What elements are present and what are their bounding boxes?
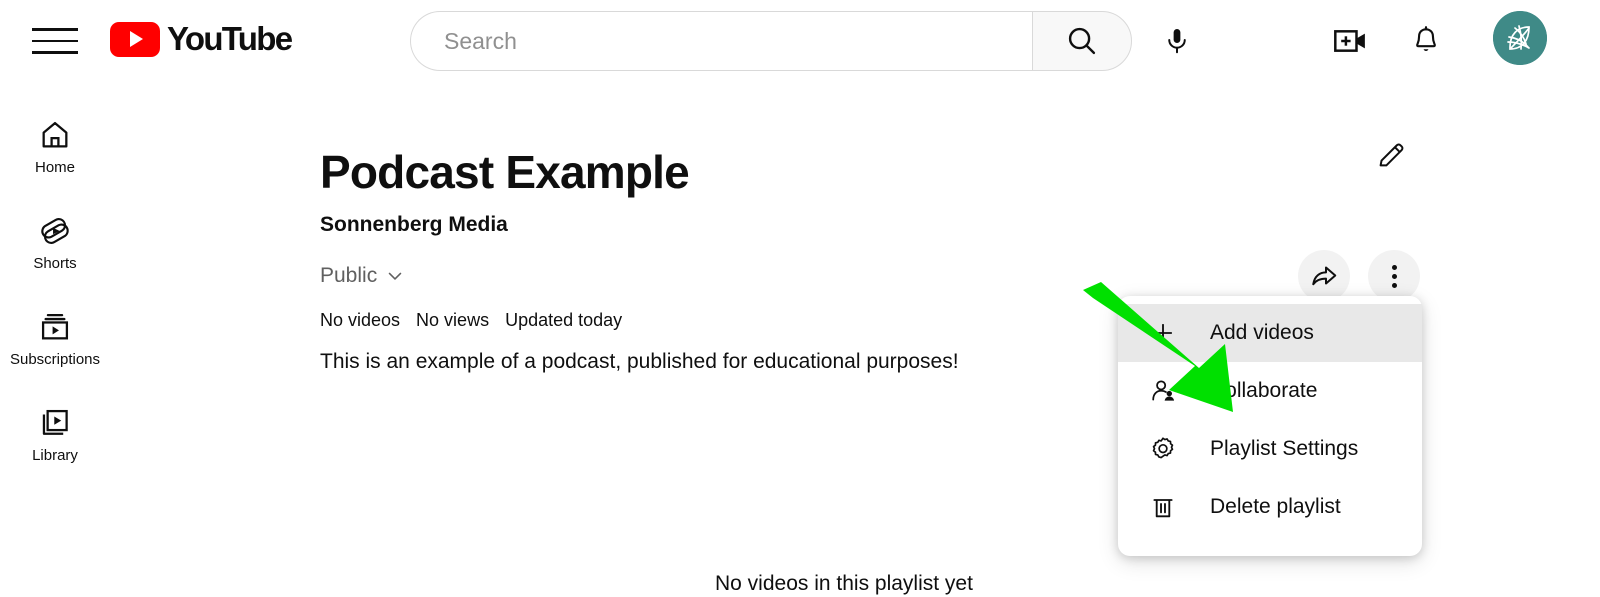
youtube-logo[interactable]: YouTube xyxy=(110,20,293,58)
hamburger-line xyxy=(32,28,78,31)
playlist-options-menu: Add videos Collaborate Playlist Settings… xyxy=(1118,296,1422,556)
microphone-icon xyxy=(1168,29,1186,54)
dot xyxy=(1391,282,1397,288)
menu-item-label: Add videos xyxy=(1210,321,1314,344)
sidebar-item-label: Library xyxy=(32,446,78,464)
hamburger-menu-icon[interactable] xyxy=(32,22,78,60)
notifications-bell-icon xyxy=(1416,26,1436,51)
library-icon xyxy=(42,409,68,435)
create-video-button[interactable] xyxy=(1322,12,1380,70)
avatar-leaf-globe-icon xyxy=(1493,11,1547,65)
sidebar-item-label: Home xyxy=(34,158,75,176)
share-arrow-icon xyxy=(1312,266,1337,286)
empty-playlist-message: No videos in this playlist yet xyxy=(715,572,973,595)
hamburger-line xyxy=(32,51,78,54)
youtube-playlist-page: YouTube Search Home Shorts Subscriptions… xyxy=(0,0,1600,597)
search-submit-button[interactable] xyxy=(1032,11,1132,71)
sidebar-item-label: Subscriptions xyxy=(9,350,101,368)
channel-name[interactable]: Sonnenberg Media xyxy=(320,213,508,237)
shorts-icon xyxy=(41,217,69,244)
menu-item-playlist-settings[interactable]: Playlist Settings xyxy=(1118,420,1422,478)
stat-view-count: No views xyxy=(416,310,490,330)
stat-video-count: No videos xyxy=(320,310,401,330)
more-vertical-icon xyxy=(1391,264,1397,288)
menu-item-delete-playlist[interactable]: Delete playlist xyxy=(1118,478,1422,536)
playlist-stats: No videos No views Updated today xyxy=(320,310,622,331)
account-avatar[interactable] xyxy=(1493,11,1547,65)
trash-icon xyxy=(1148,492,1178,522)
subscriptions-icon xyxy=(41,313,69,339)
youtube-wordmark: YouTube xyxy=(167,20,293,57)
chevron-down-icon xyxy=(388,272,402,280)
gear-icon xyxy=(1148,434,1178,464)
menu-item-label: Playlist Settings xyxy=(1210,437,1359,460)
menu-item-label: Delete playlist xyxy=(1210,495,1341,518)
hamburger-line xyxy=(32,39,78,43)
privacy-selector[interactable]: Public xyxy=(320,264,406,288)
menu-item-label: Collaborate xyxy=(1210,379,1318,402)
person-add-icon xyxy=(1148,376,1178,406)
sidebar-item-label: Shorts xyxy=(33,254,77,272)
youtube-play-icon xyxy=(110,21,160,57)
dot xyxy=(1391,273,1397,279)
privacy-label: Public xyxy=(320,264,378,287)
edit-playlist-button[interactable] xyxy=(1368,132,1414,178)
search-bar xyxy=(410,11,1132,71)
pencil-edit-icon xyxy=(1379,143,1404,167)
sidebar-item-subscriptions[interactable]: Subscriptions xyxy=(0,290,110,386)
search-icon xyxy=(1068,27,1096,55)
more-options-button[interactable] xyxy=(1368,250,1420,302)
menu-item-collaborate[interactable]: Collaborate xyxy=(1118,362,1422,420)
sidebar-item-home[interactable]: Home xyxy=(0,98,110,194)
search-input-container[interactable] xyxy=(410,11,1032,71)
guide-sidebar: Home Shorts Subscriptions Library xyxy=(0,82,110,597)
notifications-button[interactable] xyxy=(1397,12,1455,70)
menu-item-add-videos[interactable]: Add videos xyxy=(1118,304,1422,362)
playlist-description: This is an example of a podcast, publish… xyxy=(320,350,959,373)
home-icon xyxy=(42,121,68,147)
playlist-main-content: Podcast Example Sonnenberg Media Public … xyxy=(110,82,1600,597)
stat-updated: Updated today xyxy=(505,310,623,330)
sidebar-item-library[interactable]: Library xyxy=(0,386,110,482)
dot xyxy=(1391,264,1397,270)
create-video-icon xyxy=(1334,30,1365,52)
voice-search-button[interactable] xyxy=(1148,12,1206,70)
plus-icon xyxy=(1148,318,1178,348)
play-triangle xyxy=(130,31,143,47)
sidebar-item-shorts[interactable]: Shorts xyxy=(0,194,110,290)
share-button[interactable] xyxy=(1298,250,1350,302)
masthead-header: YouTube xyxy=(0,0,1600,82)
search-input[interactable] xyxy=(442,26,1032,56)
page-title: Podcast Example xyxy=(320,145,690,198)
